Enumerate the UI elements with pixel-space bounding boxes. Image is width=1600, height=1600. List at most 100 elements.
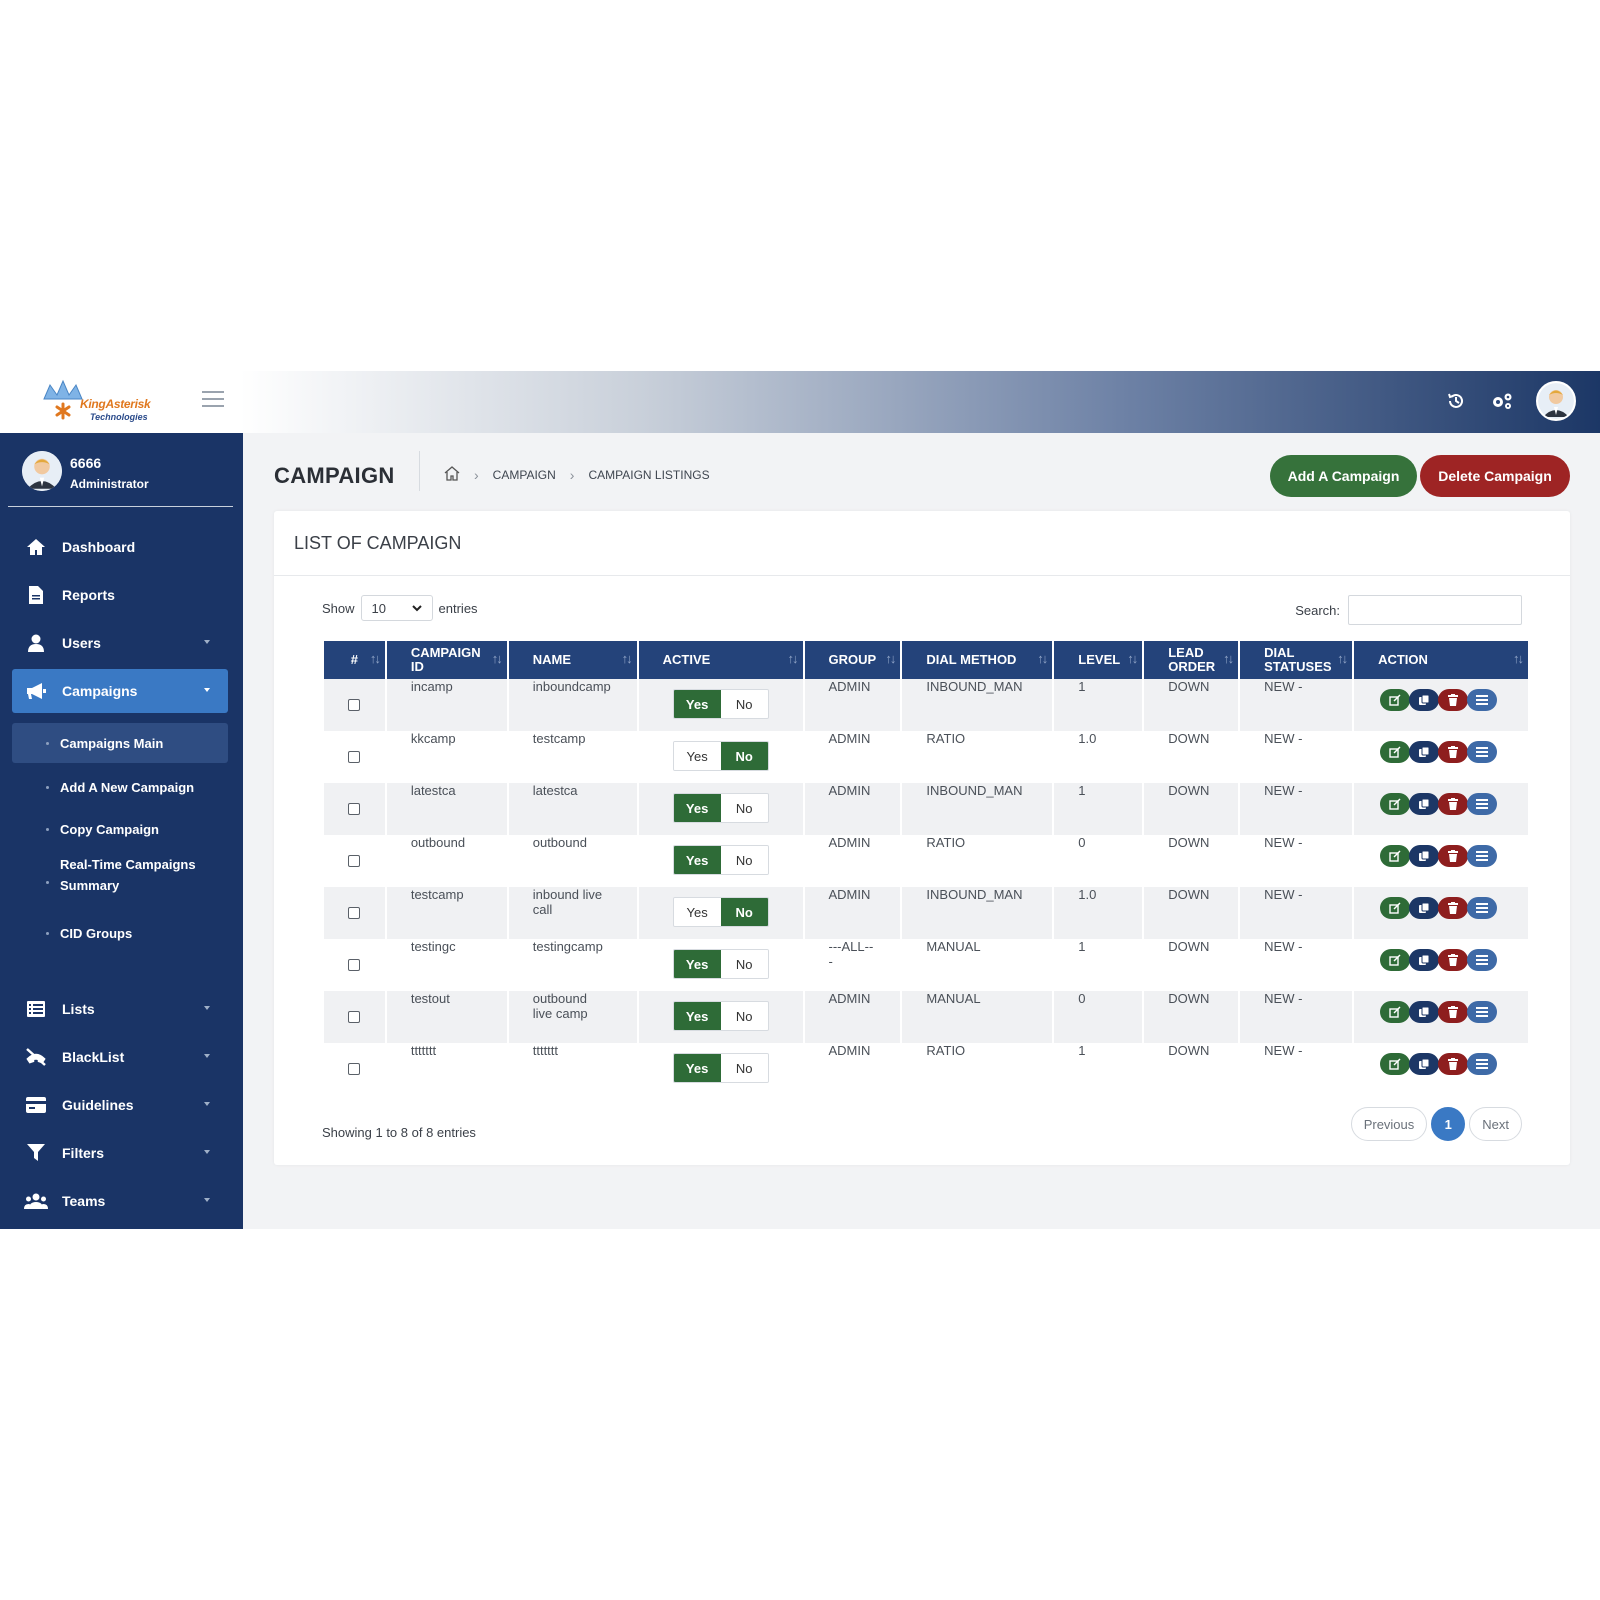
column-header[interactable]: DIAL METHOD ↑↓ <box>901 641 1055 679</box>
copy-icon[interactable] <box>1409 1001 1440 1023</box>
trash-icon[interactable] <box>1438 845 1469 867</box>
column-header[interactable]: NAME ↑↓ <box>507 641 639 679</box>
breadcrumb-campaign[interactable]: CAMPAIGN <box>493 468 556 482</box>
sub-item-cid-groups[interactable]: CID Groups <box>12 913 228 953</box>
edit-icon[interactable] <box>1380 1001 1411 1023</box>
toggle-no[interactable]: No <box>720 690 768 718</box>
copy-icon[interactable] <box>1409 793 1440 815</box>
copy-icon[interactable] <box>1409 741 1440 763</box>
column-header[interactable]: CAMPAIGN ID ↑↓ <box>385 641 509 679</box>
user-avatar[interactable] <box>1536 381 1576 421</box>
list-icon[interactable] <box>1467 741 1498 763</box>
active-toggle[interactable]: Yes No <box>672 1001 769 1031</box>
trash-icon[interactable] <box>1438 949 1469 971</box>
profile-avatar[interactable] <box>22 451 62 491</box>
copy-icon[interactable] <box>1409 1053 1440 1075</box>
row-checkbox[interactable] <box>348 803 361 815</box>
column-header[interactable]: ACTIVE ↑↓ <box>637 641 805 679</box>
sub-item-campaigns-main[interactable]: Campaigns Main <box>12 723 228 763</box>
table-row[interactable]: testingc testingcamp Yes No ---ALL-- - MANUAL 1… <box>324 939 1530 991</box>
row-checkbox[interactable] <box>348 699 361 711</box>
row-checkbox[interactable] <box>348 855 361 867</box>
next-page-button[interactable]: Next <box>1469 1107 1522 1141</box>
trash-icon[interactable] <box>1438 793 1469 815</box>
column-header[interactable]: # ↑↓ <box>324 641 387 679</box>
table-row[interactable]: incamp inboundcamp Yes No ADMIN INBOUND_MAN 1 D… <box>324 679 1530 731</box>
home-icon[interactable] <box>444 466 460 484</box>
list-icon[interactable] <box>1467 1053 1498 1075</box>
column-header[interactable]: DIAL STATUSES ↑↓ <box>1239 641 1355 679</box>
toggle-yes[interactable]: Yes <box>673 898 721 926</box>
active-toggle[interactable]: Yes No <box>672 949 769 979</box>
add-campaign-button[interactable]: Add A Campaign <box>1270 455 1417 497</box>
toggle-yes[interactable]: Yes <box>673 846 721 874</box>
row-checkbox[interactable] <box>348 959 361 971</box>
active-toggle[interactable]: Yes No <box>672 845 769 875</box>
edit-icon[interactable] <box>1380 845 1411 867</box>
list-icon[interactable] <box>1467 793 1498 815</box>
sidebar-item-blacklist[interactable]: BlackList <box>12 1035 228 1079</box>
toggle-no[interactable]: No <box>720 1002 768 1030</box>
list-icon[interactable] <box>1467 1001 1498 1023</box>
edit-icon[interactable] <box>1380 793 1411 815</box>
toggle-no[interactable]: No <box>720 898 768 926</box>
edit-icon[interactable] <box>1380 741 1411 763</box>
sidebar-item-users[interactable]: Users <box>12 621 228 665</box>
copy-icon[interactable] <box>1409 897 1440 919</box>
copy-icon[interactable] <box>1409 689 1440 711</box>
toggle-yes[interactable]: Yes <box>673 690 721 718</box>
previous-page-button[interactable]: Previous <box>1350 1107 1428 1141</box>
copy-icon[interactable] <box>1409 845 1440 867</box>
table-row[interactable]: latestca latestca Yes No ADMIN INBOUND_MAN 1 DO… <box>324 783 1530 835</box>
brand-logo[interactable]: KingAsterisk Technologies <box>38 377 158 427</box>
toggle-yes[interactable]: Yes <box>673 742 721 770</box>
trash-icon[interactable] <box>1438 741 1469 763</box>
list-icon[interactable] <box>1467 949 1498 971</box>
table-row[interactable]: ttttttt ttttttt Yes No ADMIN RATIO 1 DOWN NEW - <box>324 1043 1530 1095</box>
active-toggle[interactable]: Yes No <box>672 897 769 927</box>
toggle-no[interactable]: No <box>720 846 768 874</box>
trash-icon[interactable] <box>1438 897 1469 919</box>
settings-icon[interactable] <box>1490 389 1514 413</box>
menu-toggle-icon[interactable] <box>202 391 224 409</box>
table-row[interactable]: testcamp inbound live call Yes No ADMIN INBOUN… <box>324 887 1530 939</box>
table-row[interactable]: kkcamp testcamp Yes No ADMIN RATIO 1.0 DOWN NEW … <box>324 731 1530 783</box>
trash-icon[interactable] <box>1438 1001 1469 1023</box>
sidebar-item-guidelines[interactable]: Guidelines <box>12 1083 228 1127</box>
sub-item-copy-campaign[interactable]: Copy Campaign <box>12 809 228 849</box>
sidebar-item-reports[interactable]: Reports <box>12 573 228 617</box>
toggle-yes[interactable]: Yes <box>673 794 721 822</box>
toggle-no[interactable]: No <box>720 1054 768 1082</box>
toggle-yes[interactable]: Yes <box>673 950 721 978</box>
search-input[interactable] <box>1348 595 1522 625</box>
active-toggle[interactable]: Yes No <box>672 1053 769 1083</box>
row-checkbox[interactable] <box>348 907 361 919</box>
entries-select[interactable]: 10 <box>360 595 433 621</box>
active-toggle[interactable]: Yes No <box>672 793 769 823</box>
sidebar-item-campaigns[interactable]: Campaigns <box>12 669 228 713</box>
row-checkbox[interactable] <box>348 751 361 763</box>
table-row[interactable]: testout outbound live camp Yes No ADMIN MANUAL… <box>324 991 1530 1043</box>
copy-icon[interactable] <box>1409 949 1440 971</box>
table-row[interactable]: outbound outbound Yes No ADMIN RATIO 0 DOWN NEW … <box>324 835 1530 887</box>
toggle-no[interactable]: No <box>720 742 768 770</box>
list-icon[interactable] <box>1467 897 1498 919</box>
sub-item-realtime-summary[interactable]: Real-Time Campaigns Summary <box>12 851 228 899</box>
history-icon[interactable] <box>1444 389 1468 413</box>
list-icon[interactable] <box>1467 689 1498 711</box>
toggle-yes[interactable]: Yes <box>673 1054 721 1082</box>
delete-campaign-button[interactable]: Delete Campaign <box>1420 455 1570 497</box>
edit-icon[interactable] <box>1380 689 1411 711</box>
edit-icon[interactable] <box>1380 897 1411 919</box>
sidebar-item-filters[interactable]: Filters <box>12 1131 228 1175</box>
sidebar-item-lists[interactable]: Lists <box>12 987 228 1031</box>
sidebar-item-teams[interactable]: Teams <box>12 1179 228 1223</box>
edit-icon[interactable] <box>1380 1053 1411 1075</box>
column-header[interactable]: ACTION ↑↓ <box>1353 641 1530 679</box>
list-icon[interactable] <box>1467 845 1498 867</box>
trash-icon[interactable] <box>1438 1053 1469 1075</box>
row-checkbox[interactable] <box>348 1063 361 1075</box>
column-header[interactable]: LEVEL ↑↓ <box>1053 641 1145 679</box>
column-header[interactable]: GROUP ↑↓ <box>803 641 903 679</box>
toggle-no[interactable]: No <box>720 950 768 978</box>
